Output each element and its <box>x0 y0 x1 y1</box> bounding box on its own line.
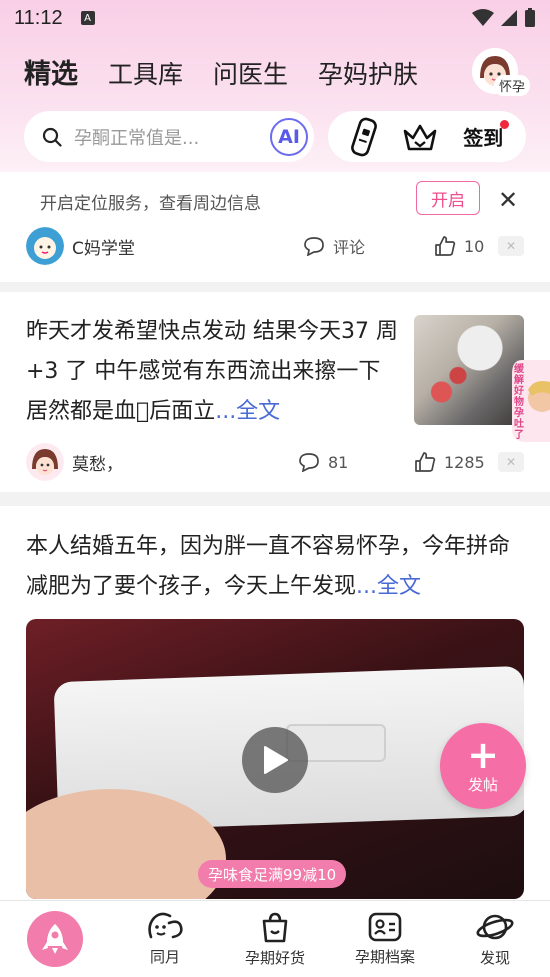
wifi-icon <box>472 9 494 26</box>
enable-location-button[interactable]: 开启 <box>416 181 480 215</box>
post-meta-row: C妈学堂 评论 10 ✕ <box>0 226 550 266</box>
bottom-nav: 同月 孕期好货 孕期档案 发现 <box>0 900 550 977</box>
status-indicators <box>472 8 536 28</box>
post-thumbnail[interactable] <box>414 315 524 425</box>
shopping-bag-icon <box>262 912 288 942</box>
tab-skincare[interactable]: 孕妈护肤 <box>318 55 418 91</box>
like-button[interactable]: 1285 <box>414 451 485 473</box>
tab-featured[interactable]: 精选 <box>24 52 78 91</box>
author-name[interactable]: C妈学堂 <box>72 234 135 259</box>
comment-count: 81 <box>328 452 349 472</box>
signin-label: 签到 <box>463 126 504 150</box>
status-time: 11:12 <box>14 6 63 29</box>
search-bar[interactable]: 孕酮正常值是... AI <box>24 111 314 162</box>
location-card: 开启定位服务，查看周边信息 开启 ✕ C妈学堂 评论 10 ✕ <box>0 172 550 282</box>
profile-avatar[interactable]: 怀孕 <box>468 48 530 98</box>
coupon-banner[interactable]: 孕味食足满99减10 <box>198 860 347 888</box>
notification-a-icon: A <box>80 11 95 25</box>
nav-same-month[interactable]: 同月 <box>110 901 220 977</box>
post-meta-row: 莫愁， 81 1285 ✕ <box>0 442 550 482</box>
test-strip-icon[interactable] <box>350 117 377 157</box>
nav-label: 孕期好货 <box>244 948 305 967</box>
like-button[interactable]: 10 <box>434 235 484 257</box>
location-prompt: 开启定位服务，查看周边信息 <box>40 194 261 214</box>
tab-ask-doctor[interactable]: 问医生 <box>213 55 288 91</box>
author-avatar[interactable] <box>26 443 64 481</box>
pregnancy-status-label: 怀孕 <box>493 75 530 96</box>
thumbs-up-icon <box>415 452 436 472</box>
author-name[interactable]: 莫愁， <box>72 450 123 475</box>
new-post-label: 发帖 <box>467 775 498 794</box>
nav-shopping[interactable]: 孕期好货 <box>220 901 330 977</box>
signal-icon <box>501 10 517 26</box>
search-icon <box>42 127 62 147</box>
read-more-link[interactable]: ...全文 <box>215 399 280 424</box>
signin-red-dot <box>500 120 510 129</box>
status-bar: 11:12 A <box>0 0 550 36</box>
battery-icon <box>525 8 535 27</box>
promo-floating-badge[interactable]: 缓解好物 孕吐了 <box>512 360 550 442</box>
thumbs-up-icon <box>435 236 456 256</box>
dismiss-post-button[interactable]: ✕ <box>498 236 524 256</box>
post-body: 昨天才发希望快点发动 结果今天37 周+3 了 中午感觉有东西流出来擦一下 居然… <box>26 319 398 424</box>
quick-tools: 签到 <box>328 111 526 162</box>
profile-card-icon <box>368 912 402 941</box>
search-placeholder: 孕酮正常值是... <box>74 127 200 149</box>
like-count: 1285 <box>444 452 485 472</box>
close-icon[interactable]: ✕ <box>498 186 518 214</box>
nav-label: 孕期档案 <box>354 947 415 966</box>
read-more-link[interactable]: ...全文 <box>356 574 421 599</box>
post-body: 本人结婚五年，因为胖一直不容易怀孕，今年拼命减肥为了要个孩子，今天上午发现 <box>26 534 511 599</box>
nav-discover[interactable]: 发现 <box>440 901 550 977</box>
nav-label: 发现 <box>479 948 510 967</box>
top-tabs: 精选 工具库 问医生 孕妈护肤 <box>24 52 418 91</box>
post-text: 昨天才发希望快点发动 结果今天37 周+3 了 中午感觉有东西流出来擦一下 居然… <box>26 312 404 432</box>
signin-button[interactable]: 签到 <box>463 120 510 151</box>
author-avatar[interactable] <box>26 227 64 265</box>
nav-label: 同月 <box>149 947 180 966</box>
comment-label: 评论 <box>333 238 366 257</box>
same-month-icon <box>148 912 183 938</box>
home-rocket-icon <box>27 911 83 967</box>
play-icon[interactable] <box>242 727 308 793</box>
ai-assistant-button[interactable]: AI <box>270 118 308 156</box>
new-post-button[interactable]: + 发帖 <box>440 723 526 809</box>
planet-icon <box>476 914 514 939</box>
nav-pregnancy-records[interactable]: 孕期档案 <box>330 901 440 977</box>
tab-tools[interactable]: 工具库 <box>108 55 183 91</box>
nav-home[interactable] <box>0 901 110 977</box>
post-text: 本人结婚五年，因为胖一直不容易怀孕，今年拼命减肥为了要个孩子，今天上午发现...… <box>26 527 526 607</box>
comment-icon <box>304 237 324 256</box>
vip-crown-icon[interactable] <box>402 121 438 153</box>
comment-button[interactable]: 81 <box>298 452 348 472</box>
plus-icon: + <box>467 732 499 777</box>
header-area: 11:12 A 精选 工具库 问医生 孕妈护肤 怀孕 孕酮正常值是... AI <box>0 0 550 172</box>
comment-button[interactable]: 评论 <box>303 234 365 258</box>
promo-side-text: 缓解好物 孕吐了 <box>514 364 524 441</box>
comment-icon <box>299 453 319 472</box>
like-count: 10 <box>464 236 485 256</box>
dismiss-post-button[interactable]: ✕ <box>498 452 524 472</box>
